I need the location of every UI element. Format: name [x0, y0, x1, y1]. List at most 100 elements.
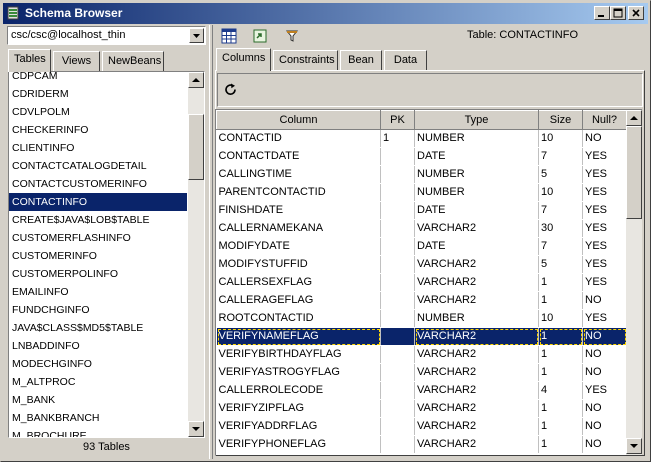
list-item[interactable]: MODECHGINFO [9, 355, 187, 373]
table-row[interactable]: VERIFYADDRFLAG VARCHAR2 1 NO [216, 417, 627, 436]
split-divider[interactable] [209, 25, 213, 459]
table-cell[interactable]: 4 [538, 381, 583, 400]
tables-list[interactable]: CDPCAM CDRIDERM CDVLPOLM CHECKERINFO CLIENTI… [8, 71, 205, 438]
table-cell[interactable] [380, 417, 415, 436]
list-item[interactable]: FUNDCHGINFO [9, 301, 187, 319]
table-cell[interactable]: NO [582, 345, 627, 364]
table-cell[interactable]: CALLERSEXFLAG [216, 273, 381, 292]
table-cell[interactable] [380, 165, 415, 184]
table-row[interactable]: VERIFYASTROGYFLAG VARCHAR2 1 NO [216, 363, 627, 382]
table-row[interactable]: MODIFYSTUFFID VARCHAR2 5 YES [216, 255, 627, 274]
list-item[interactable]: CONTACTCUSTOMERINFO [9, 175, 187, 193]
tables-scrollbar[interactable] [188, 72, 204, 437]
table-row[interactable]: CALLERNAMEKANA VARCHAR2 30 YES [216, 219, 627, 238]
table-cell[interactable]: NUMBER [414, 129, 539, 148]
table-cell[interactable] [380, 309, 415, 328]
table-cell[interactable]: CONTACTID [216, 129, 381, 148]
table-cell[interactable]: 1 [538, 345, 583, 364]
table-cell[interactable] [380, 237, 415, 256]
table-cell[interactable]: VARCHAR2 [414, 219, 539, 238]
refresh-icon[interactable] [224, 83, 238, 97]
table-cell[interactable]: CONTACTDATE [216, 147, 381, 166]
table-cell[interactable]: MODIFYDATE [216, 237, 381, 256]
table-cell[interactable] [380, 327, 415, 346]
table-cell[interactable] [380, 399, 415, 418]
table-cell[interactable]: 7 [538, 147, 583, 166]
table-cell[interactable]: 1 [538, 291, 583, 310]
table-cell[interactable]: NUMBER [414, 309, 539, 328]
minimize-button[interactable] [594, 6, 610, 20]
table-cell[interactable]: 5 [538, 165, 583, 184]
table-cell[interactable]: NO [582, 291, 627, 310]
table-row[interactable]: PARENTCONTACTID NUMBER 10 YES [216, 183, 627, 202]
tab-columns[interactable]: Columns [216, 48, 271, 71]
table-cell[interactable] [380, 291, 415, 310]
table-cell[interactable]: CALLERAGEFLAG [216, 291, 381, 310]
list-item[interactable]: M_BANK [9, 391, 187, 409]
column-header-pk[interactable]: PK [380, 110, 415, 130]
table-cell[interactable]: 1 [380, 129, 415, 148]
table-cell[interactable]: PARENTCONTACTID [216, 183, 381, 202]
table-cell[interactable]: YES [582, 237, 627, 256]
table-row[interactable]: VERIFYNAMEFLAG VARCHAR2 1 NO [216, 327, 627, 346]
table-cell[interactable]: NO [582, 399, 627, 418]
table-cell[interactable] [380, 147, 415, 166]
table-cell[interactable]: YES [582, 273, 627, 292]
export-button[interactable] [249, 25, 271, 47]
list-item[interactable]: CONTACTINFO [9, 193, 187, 211]
table-cell[interactable]: VARCHAR2 [414, 255, 539, 274]
tab-newbeans[interactable]: NewBeans [102, 51, 164, 71]
table-cell[interactable]: FINISHDATE [216, 201, 381, 220]
columns-table[interactable]: Column PK Type Size Null? CONTACTID 1 NUMB… [215, 109, 642, 455]
scroll-down-button[interactable] [188, 421, 204, 437]
column-header-size[interactable]: Size [538, 110, 583, 130]
table-cell[interactable]: NO [582, 129, 627, 148]
close-button[interactable] [628, 6, 644, 20]
table-cell[interactable]: DATE [414, 201, 539, 220]
table-cell[interactable] [380, 381, 415, 400]
table-row[interactable]: CALLERSEXFLAG VARCHAR2 1 YES [216, 273, 627, 292]
table-cell[interactable]: CALLERROLECODE [216, 381, 381, 400]
table-cell[interactable]: NO [582, 327, 627, 346]
table-row[interactable]: CALLINGTIME NUMBER 5 YES [216, 165, 627, 184]
scroll-thumb[interactable] [188, 114, 204, 180]
table-cell[interactable]: VERIFYNAMEFLAG [216, 327, 381, 346]
table-cell[interactable] [380, 435, 415, 454]
table-cell[interactable]: YES [582, 219, 627, 238]
table-row[interactable]: CONTACTDATE DATE 7 YES [216, 147, 627, 166]
grid-scroll-down-button[interactable] [626, 438, 642, 454]
table-cell[interactable] [380, 219, 415, 238]
table-cell[interactable]: 7 [538, 237, 583, 256]
table-cell[interactable]: NO [582, 417, 627, 436]
table-cell[interactable]: CALLERNAMEKANA [216, 219, 381, 238]
table-cell[interactable] [380, 273, 415, 292]
table-cell[interactable]: NO [582, 435, 627, 454]
table-cell[interactable] [380, 183, 415, 202]
columns-scrollbar[interactable] [626, 110, 642, 455]
table-cell[interactable]: 1 [538, 327, 583, 346]
tab-data[interactable]: Data [384, 50, 427, 70]
table-cell[interactable] [380, 255, 415, 274]
table-row[interactable]: ROOTCONTACTID NUMBER 10 YES [216, 309, 627, 328]
table-cell[interactable]: VARCHAR2 [414, 435, 539, 454]
table-cell[interactable]: ROOTCONTACTID [216, 309, 381, 328]
list-item[interactable]: LNBADDINFO [9, 337, 187, 355]
grid-scroll-up-button[interactable] [626, 110, 642, 126]
list-item[interactable]: CHECKERINFO [9, 121, 187, 139]
table-cell[interactable]: YES [582, 255, 627, 274]
tab-views[interactable]: Views [53, 51, 100, 71]
table-cell[interactable]: 1 [538, 273, 583, 292]
list-item[interactable]: CREATE$JAVA$LOB$TABLE [9, 211, 187, 229]
table-cell[interactable]: VARCHAR2 [414, 381, 539, 400]
tab-bean[interactable]: Bean [340, 50, 382, 70]
list-item[interactable]: CDPCAM [9, 72, 187, 85]
table-cell[interactable]: YES [582, 309, 627, 328]
list-item[interactable]: CLIENTINFO [9, 139, 187, 157]
table-cell[interactable]: YES [582, 165, 627, 184]
list-item[interactable]: CONTACTCATALOGDETAIL [9, 157, 187, 175]
table-cell[interactable]: CALLINGTIME [216, 165, 381, 184]
table-cell[interactable]: NUMBER [414, 165, 539, 184]
list-item[interactable]: M_BROCHURE [9, 427, 187, 437]
filter-button[interactable] [281, 25, 303, 47]
title-bar[interactable]: Schema Browser [3, 3, 648, 24]
